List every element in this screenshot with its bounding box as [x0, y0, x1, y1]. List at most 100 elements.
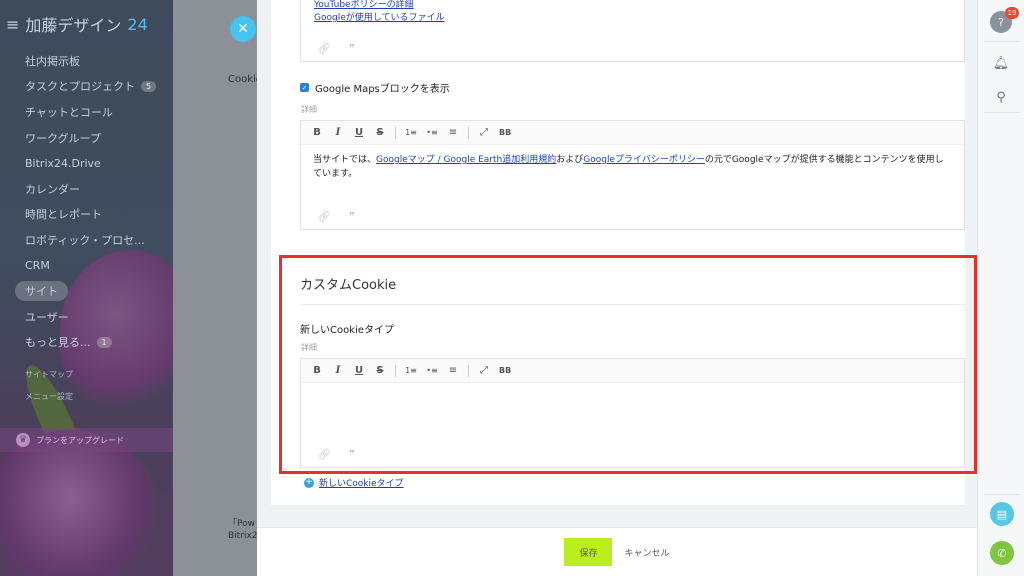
sidebar-item-label: ユーザー — [25, 310, 69, 324]
sidebar-item-rpa[interactable]: ロボティック・プロセ... — [0, 227, 173, 253]
sidebar-item-label: ワークグループ — [25, 131, 101, 145]
sidebar-item-more[interactable]: もっと見る... 1 — [0, 330, 173, 356]
sidebar-item-label: もっと見る... — [25, 336, 91, 350]
menu-icon[interactable]: ≡ — [6, 15, 19, 34]
sidebar-item-crm[interactable]: CRM — [0, 253, 173, 279]
search-icon[interactable]: ⚲ — [990, 86, 1012, 108]
align-button[interactable]: ≡ — [447, 365, 459, 376]
editor-footer: 🔗︎ ❞ — [317, 42, 355, 55]
notification-count-badge: 19 — [1005, 7, 1019, 19]
toolbar-divider — [395, 126, 396, 139]
count-badge: 1 — [96, 336, 112, 348]
sidebar-item-users[interactable]: ユーザー — [0, 304, 173, 330]
detail-label: 詳細 — [301, 105, 317, 114]
close-slider-button[interactable]: ✕ — [230, 16, 256, 42]
menu-settings-link[interactable]: メニュー設定 — [0, 385, 173, 407]
custom-cookie-editor[interactable]: B I U S 1≡ •≡ ≡ ⤢ BB 🔗︎ ❞ — [300, 358, 965, 468]
sidebar-item-label: CRM — [25, 259, 50, 273]
bbcode-button[interactable]: BB — [499, 366, 511, 375]
sidebar-item-chat[interactable]: チャットとコール — [0, 99, 173, 125]
action-bar: 保存 キャンセル — [257, 527, 977, 576]
bell-icon[interactable]: 🔔︎ — [990, 52, 1012, 74]
bold-button[interactable]: B — [311, 365, 323, 376]
google-maps-editor[interactable]: B I U S 1≡ •≡ ≡ ⤢ BB 当サイトでは、Googleマップ / … — [300, 120, 965, 230]
editor-toolbar: B I U S 1≡ •≡ ≡ ⤢ BB — [301, 359, 964, 383]
bullet-list-button[interactable]: •≡ — [426, 366, 438, 375]
sidebar-item-sites[interactable]: サイト — [0, 278, 173, 304]
brand-header[interactable]: ≡ 加藤デザイン 24 — [6, 12, 148, 36]
sidebar-item-tasks[interactable]: タスクとプロジェクト 5 — [0, 74, 173, 100]
strikethrough-button[interactable]: S — [374, 365, 386, 376]
text-segment: および — [556, 155, 584, 165]
google-privacy-link[interactable]: Googleプライバシーポリシー — [583, 155, 705, 165]
link-icon[interactable]: 🔗︎ — [317, 210, 331, 223]
checkbox-checked-icon[interactable]: ✓ — [300, 83, 309, 92]
ordered-list-button[interactable]: 1≡ — [405, 128, 417, 137]
editor-footer: 🔗︎ ❞ — [317, 448, 355, 461]
fullscreen-button[interactable]: ⤢ — [478, 365, 490, 376]
add-cookie-type-label[interactable]: 新しいCookieタイプ — [319, 476, 404, 489]
save-button[interactable]: 保存 — [564, 538, 613, 566]
plus-icon: + — [304, 477, 314, 488]
cookie-settings-card: YouTubeポリシーの詳細 Googleが使用しているファイル 🔗︎ ❞ ✓ … — [271, 0, 965, 505]
upgrade-label: プランをアップグレード — [36, 435, 124, 445]
toolbar-divider — [468, 126, 469, 139]
sitemap-link[interactable]: サイトマップ — [0, 363, 173, 385]
editor-footer: 🔗︎ ❞ — [317, 210, 355, 223]
sidebar-item-label: Bitrix24.Drive — [25, 156, 101, 170]
rail-divider — [984, 112, 1020, 113]
background-pow-text: 「Pow — [228, 519, 255, 529]
google-maps-description: 当サイトでは、Googleマップ / Google Earth追加利用規約および… — [301, 145, 964, 189]
ordered-list-button[interactable]: 1≡ — [405, 366, 417, 375]
custom-cookie-title: カスタムCookie — [300, 278, 397, 293]
sidebar-item-time[interactable]: 時間とレポート — [0, 202, 173, 228]
count-badge: 5 — [141, 80, 157, 92]
sidebar-item-label: チャットとコール — [25, 105, 113, 119]
document-icon[interactable]: ▤ — [990, 502, 1014, 526]
close-icon: ✕ — [237, 21, 249, 37]
sidebar-item-label: 時間とレポート — [25, 208, 102, 222]
fullscreen-button[interactable]: ⤢ — [478, 127, 490, 138]
google-files-link[interactable]: Googleが使用しているファイル — [314, 13, 444, 23]
new-cookie-type-title[interactable]: 新しいCookieタイプ — [300, 321, 394, 336]
rail-divider — [984, 494, 1020, 495]
sidebar-item-calendar[interactable]: カレンダー — [0, 176, 173, 202]
google-maps-terms-link[interactable]: Googleマップ / Google Earth追加利用規約 — [376, 155, 556, 165]
text-segment: 当サイトでは、 — [313, 155, 377, 165]
upgrade-plan-button[interactable]: ♛ プランをアップグレード — [0, 428, 173, 452]
cancel-button[interactable]: キャンセル — [624, 546, 669, 559]
bbcode-button[interactable]: BB — [499, 128, 511, 137]
quote-icon[interactable]: ❞ — [349, 210, 355, 223]
left-sidebar: ≡ 加藤デザイン 24 社内掲示板 タスクとプロジェクト 5 チャットとコール ワ… — [0, 0, 173, 576]
google-maps-checkbox-row[interactable]: ✓ Google Mapsブロックを表示 — [300, 80, 450, 95]
underline-button[interactable]: U — [353, 127, 365, 138]
youtube-editor[interactable]: YouTubeポリシーの詳細 Googleが使用しているファイル 🔗︎ ❞ — [300, 0, 965, 62]
right-rail: ? 19 🔔︎ ⚲ ▤ ✆ — [977, 0, 1024, 576]
link-icon[interactable]: 🔗︎ — [317, 42, 331, 55]
quote-icon[interactable]: ❞ — [349, 448, 355, 461]
toolbar-divider — [395, 364, 396, 377]
quote-icon[interactable]: ❞ — [349, 42, 355, 55]
add-cookie-type-link[interactable]: + 新しいCookieタイプ — [304, 476, 404, 489]
bullet-list-button[interactable]: •≡ — [426, 128, 438, 137]
underline-button[interactable]: U — [353, 365, 365, 376]
link-icon[interactable]: 🔗︎ — [317, 448, 331, 461]
phone-icon[interactable]: ✆ — [990, 541, 1014, 565]
detail-label: 詳細 — [301, 343, 317, 352]
sidebar-item-label: ロボティック・プロセ... — [25, 233, 145, 247]
strikethrough-button[interactable]: S — [374, 127, 386, 138]
sidebar-item-label: サイト — [15, 281, 68, 302]
sidebar-item-feed[interactable]: 社内掲示板 — [0, 48, 173, 74]
align-button[interactable]: ≡ — [447, 127, 459, 138]
youtube-editor-text: YouTubeポリシーの詳細 Googleが使用しているファイル — [314, 0, 444, 25]
youtube-policy-link[interactable]: YouTubeポリシーの詳細 — [314, 0, 414, 10]
italic-button[interactable]: I — [332, 365, 344, 376]
italic-button[interactable]: I — [332, 127, 344, 138]
bold-button[interactable]: B — [311, 127, 323, 138]
sidebar-item-drive[interactable]: Bitrix24.Drive — [0, 150, 173, 176]
crown-icon: ♛ — [16, 433, 30, 447]
toolbar-divider — [468, 364, 469, 377]
background-page: Cookie 「Pow Bitrix2 — [173, 0, 262, 576]
settings-slider: YouTubeポリシーの詳細 Googleが使用しているファイル 🔗︎ ❞ ✓ … — [257, 0, 977, 576]
sidebar-item-workgroups[interactable]: ワークグループ — [0, 125, 173, 151]
